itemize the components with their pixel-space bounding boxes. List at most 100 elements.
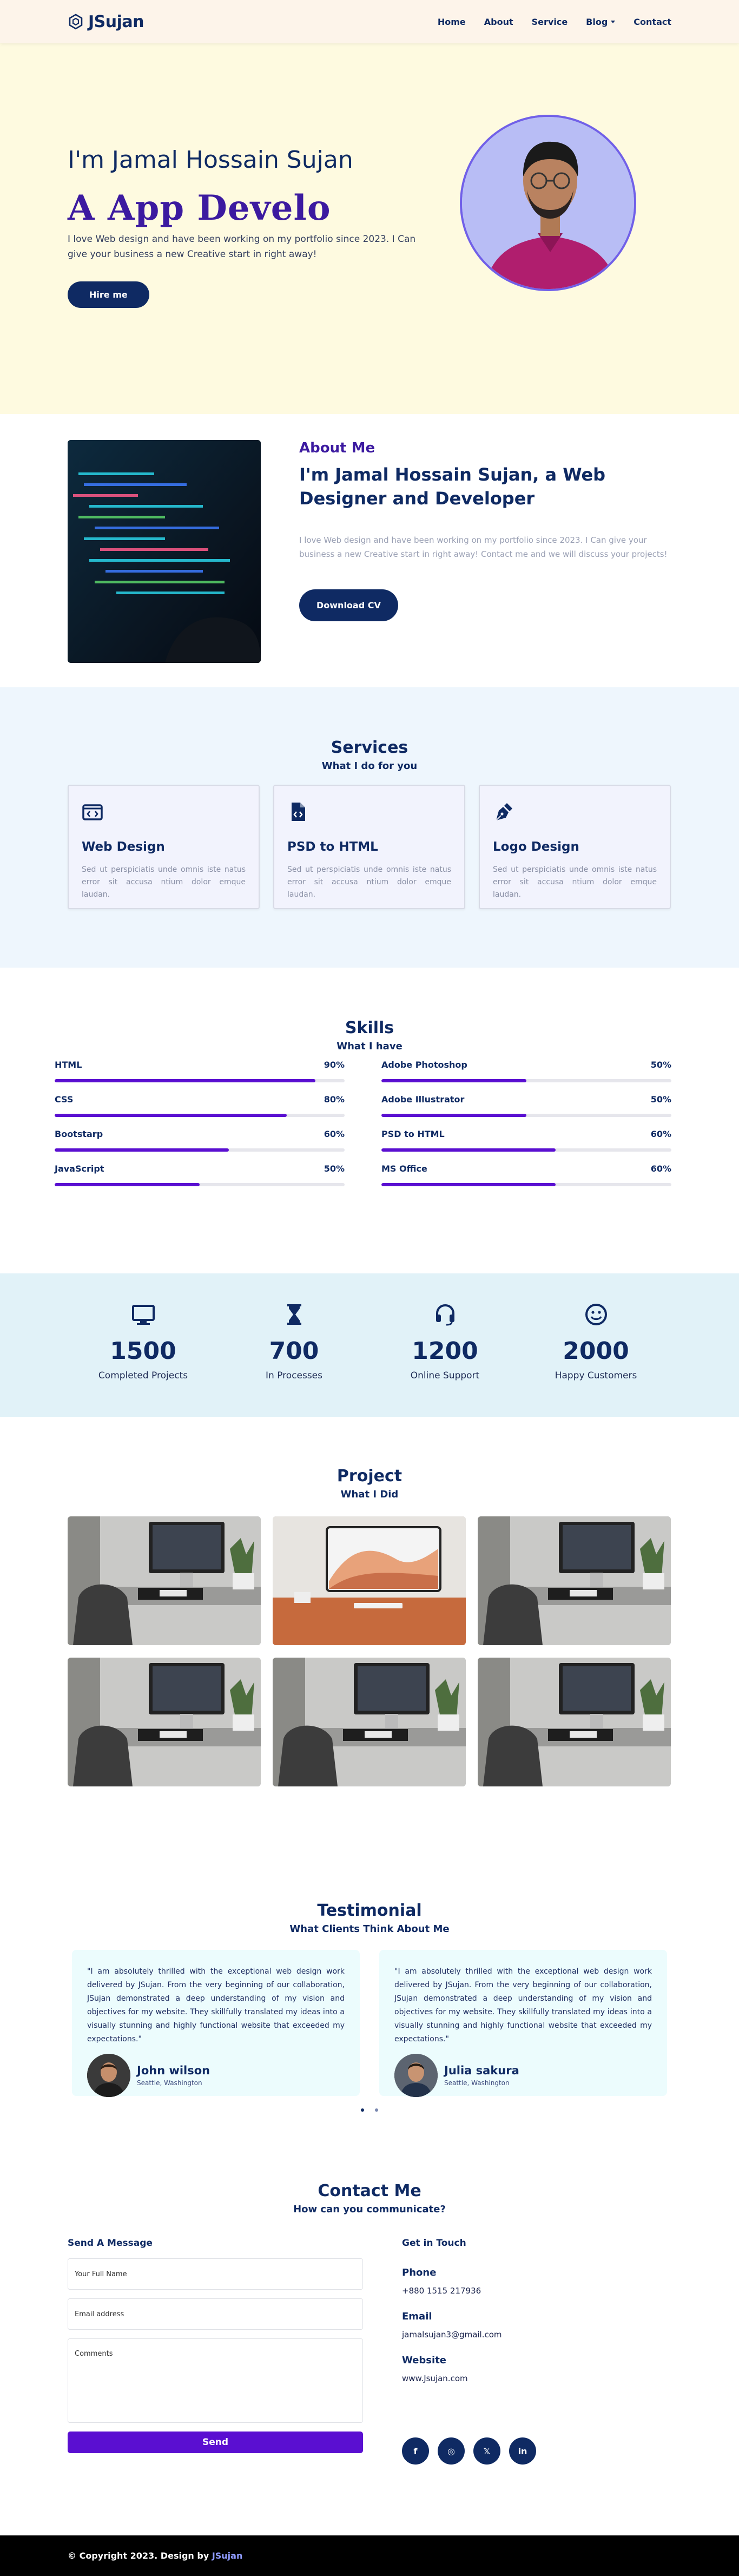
comments-field[interactable]: Comments	[68, 2338, 363, 2423]
skills-column-left: HTML 90% CSS 80% Bootstarp 60% JavaScript 50%	[55, 1060, 345, 1198]
email-value[interactable]: jamalsujan3@gmail.com	[402, 2330, 671, 2340]
skill-progress-fill	[381, 1148, 556, 1152]
service-desc: Sed ut perspiciatis unde omnis iste natu…	[82, 865, 246, 899]
nav-about[interactable]: About	[484, 17, 513, 27]
about-title: I'm Jamal Hossain Sujan, a Web Designer …	[299, 464, 606, 509]
service-card: PSD to HTML Sed ut perspiciatis unde omn…	[273, 785, 465, 909]
projects-title: Project	[336, 1467, 403, 1486]
project-card[interactable]	[478, 1658, 671, 1786]
skill-progress-fill	[55, 1114, 287, 1117]
desk-setup-image	[68, 1516, 261, 1645]
skill-item: HTML 90%	[55, 1060, 345, 1082]
testimonial-quote: "I am absolutely thrilled with the excep…	[87, 1967, 345, 2043]
x-twitter-icon[interactable]: 𝕏	[473, 2437, 500, 2465]
website-info: Website www.Jsujan.com	[402, 2355, 671, 2383]
website-value[interactable]: www.Jsujan.com	[402, 2374, 671, 2383]
service-card: Web Design Sed ut perspiciatis unde omni…	[68, 785, 260, 909]
skill-percent: 60%	[650, 1129, 671, 1139]
nav-links: Home About Service Blog Contact	[438, 17, 671, 27]
copyright-text: © Copyright 2023. Design by	[68, 2551, 212, 2561]
projects-grid	[68, 1516, 671, 1786]
project-card[interactable]	[478, 1516, 671, 1645]
desk-setup-image	[478, 1658, 671, 1786]
instagram-icon[interactable]: ◎	[438, 2437, 465, 2465]
phone-value: +880 1515 217936	[402, 2286, 481, 2296]
skill-name: Adobe Illustrator	[381, 1094, 465, 1105]
file-code-icon	[292, 803, 305, 821]
projects-section: Project What I Did	[0, 1417, 739, 1880]
skill-percent: 60%	[650, 1164, 671, 1174]
contact-info: Get in Touch Phone +880 1515 217936 Emai…	[402, 2238, 671, 2465]
stat-number: 2000	[563, 1337, 629, 1365]
stats-section: 1500 Completed Projects 700 In Processes	[0, 1273, 739, 1417]
greeting-prefix: I'm	[68, 146, 112, 174]
footer-brand-link[interactable]: JSujan	[212, 2551, 243, 2561]
phone-label: Phone	[402, 2267, 437, 2278]
project-card[interactable]	[273, 1516, 466, 1645]
email-field[interactable]: Email address	[68, 2298, 363, 2330]
nav-contact[interactable]: Contact	[634, 17, 671, 27]
avatar-image	[87, 2054, 130, 2097]
website-label: Website	[402, 2355, 447, 2366]
skill-item: Adobe Illustrator 50%	[381, 1094, 671, 1117]
facebook-icon[interactable]: f	[402, 2437, 429, 2465]
skill-progress-fill	[381, 1079, 526, 1082]
brand-logo[interactable]: JSujan	[68, 12, 144, 31]
skill-item: Adobe Photoshop 50%	[381, 1060, 671, 1082]
stats-row: 1500 Completed Projects 700 In Processes	[68, 1273, 671, 1381]
services-subtitle: What I do for you	[321, 760, 418, 772]
skill-progress-bar	[55, 1148, 345, 1152]
project-card[interactable]	[273, 1658, 466, 1786]
nav-home[interactable]: Home	[438, 17, 466, 27]
skills-title: Skills	[345, 1018, 394, 1037]
form-heading: Send A Message	[68, 2238, 153, 2249]
skill-head: CSS 80%	[55, 1094, 345, 1105]
download-cv-button[interactable]: Download CV	[299, 589, 398, 621]
projects-subtitle: What I Did	[340, 1489, 399, 1500]
contact-title: Contact Me	[318, 2181, 421, 2200]
stat-item: 1500 Completed Projects	[73, 1302, 214, 1381]
desk-setup-image	[273, 1658, 466, 1786]
skill-head: MS Office 60%	[381, 1164, 671, 1174]
skill-name: Adobe Photoshop	[381, 1060, 467, 1070]
carousel-dot-active[interactable]	[361, 2108, 365, 2112]
skill-head: Bootstarp 60%	[55, 1129, 345, 1139]
services-section: Services What I do for you Web Design Se…	[0, 687, 739, 968]
skill-percent: 50%	[650, 1060, 671, 1070]
hero-role: A App Develo	[68, 188, 331, 228]
skill-name: JavaScript	[55, 1164, 104, 1174]
skill-progress-fill	[381, 1114, 526, 1117]
avatar	[394, 2054, 438, 2097]
project-card[interactable]	[68, 1658, 261, 1786]
skill-progress-bar	[381, 1148, 671, 1152]
footer: © Copyright 2023. Design by JSujan	[0, 2535, 739, 2576]
skill-item: CSS 80%	[55, 1094, 345, 1117]
skill-head: JavaScript 50%	[55, 1164, 345, 1174]
testimonial-author: Julia sakura Seattle, Washington	[394, 2054, 652, 2097]
send-button[interactable]: Send	[68, 2432, 363, 2453]
linkedin-icon[interactable]: in	[509, 2437, 536, 2465]
info-heading: Get in Touch	[402, 2238, 466, 2249]
stat-number: 1500	[110, 1337, 176, 1365]
testimonials-section: Testimonial What Clients Think About Me …	[0, 1880, 739, 2150]
code-screen-image	[68, 440, 261, 663]
carousel-dot[interactable]	[374, 2108, 378, 2112]
about-description: I love Web design and have been working …	[299, 535, 668, 559]
skills-subtitle: What I have	[336, 1041, 403, 1052]
project-card[interactable]	[68, 1516, 261, 1645]
hire-me-button[interactable]: Hire me	[68, 281, 149, 308]
hero-name: Jamal Hossain Sujan	[111, 146, 353, 174]
skill-item: PSD to HTML 60%	[381, 1129, 671, 1152]
top-navbar: JSujan Home About Service Blog Contact	[0, 0, 739, 43]
copyright: © Copyright 2023. Design by JSujan	[68, 2551, 242, 2561]
nav-service[interactable]: Service	[532, 17, 568, 27]
service-title: Web Design	[82, 840, 165, 854]
skill-percent: 90%	[324, 1060, 345, 1070]
full-name-field[interactable]: Your Full Name	[68, 2258, 363, 2290]
skill-progress-fill	[55, 1148, 229, 1152]
skill-head: HTML 90%	[55, 1060, 345, 1070]
nav-blog-dropdown[interactable]: Blog	[586, 17, 616, 27]
headset-icon	[436, 1304, 454, 1326]
contact-content: Send A Message Your Full Name Email addr…	[68, 2238, 671, 2465]
portrait-image	[462, 117, 634, 289]
